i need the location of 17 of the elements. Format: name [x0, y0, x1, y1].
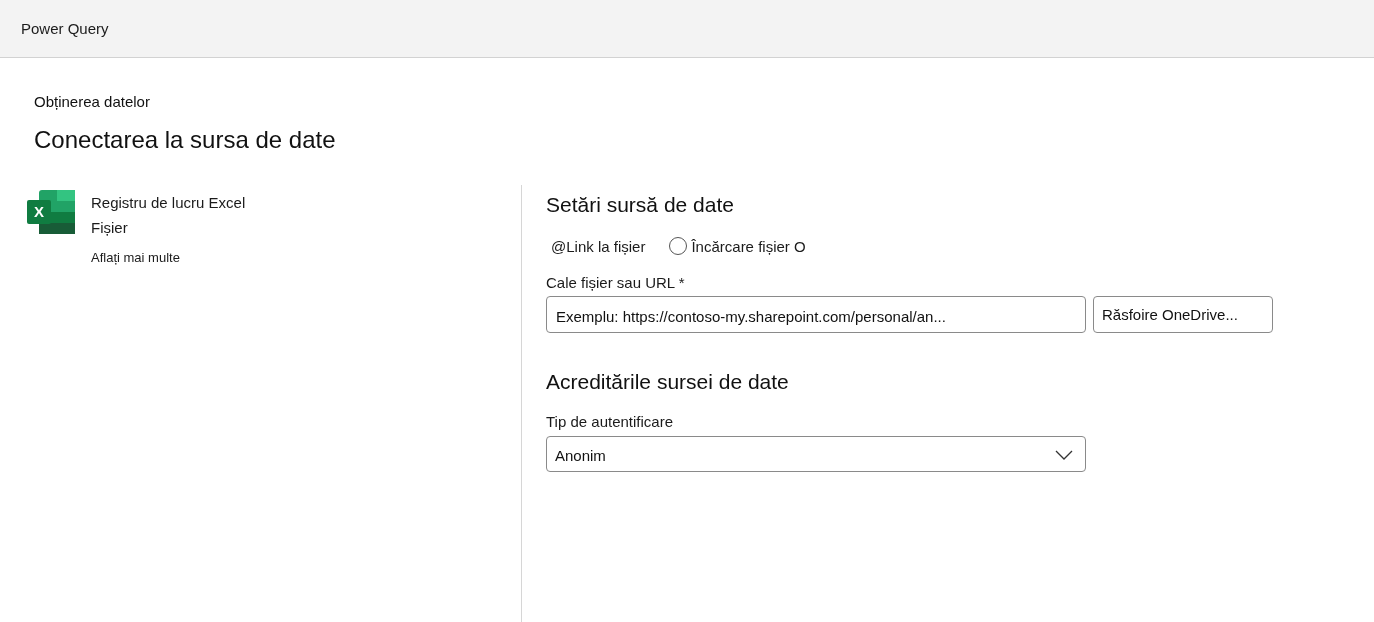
breadcrumb: Obținerea datelor [34, 93, 150, 111]
browse-button[interactable]: Răsfoire OneDrive... [1093, 296, 1273, 333]
section-title: Setări sursă de date [546, 192, 734, 218]
section-title: Acreditările sursei de date [546, 369, 789, 395]
radio-label[interactable]: Încărcare fișier O [691, 237, 806, 255]
field-label: Cale fișier sau URL * [546, 274, 685, 292]
radio-button[interactable] [669, 237, 688, 255]
app-title: Power Query [21, 20, 109, 37]
field-label: Tip de autentificare [546, 413, 674, 431]
option-label[interactable]: @Link la fișier [551, 237, 646, 255]
auth-type-dropdown[interactable]: Anonim [546, 436, 1086, 472]
source-name: Registru de lucru Excel [91, 193, 246, 213]
chevron-down-icon [1055, 450, 1073, 460]
source-category: Fișier [91, 218, 128, 238]
page-title: Conectarea la sursa de date [34, 125, 336, 155]
learn-more-link[interactable]: Aflați mai multe [91, 250, 180, 266]
path-input-field[interactable]: Exemplu: https://contoso-my.sharepoint.com/personal/an... [546, 296, 1086, 333]
